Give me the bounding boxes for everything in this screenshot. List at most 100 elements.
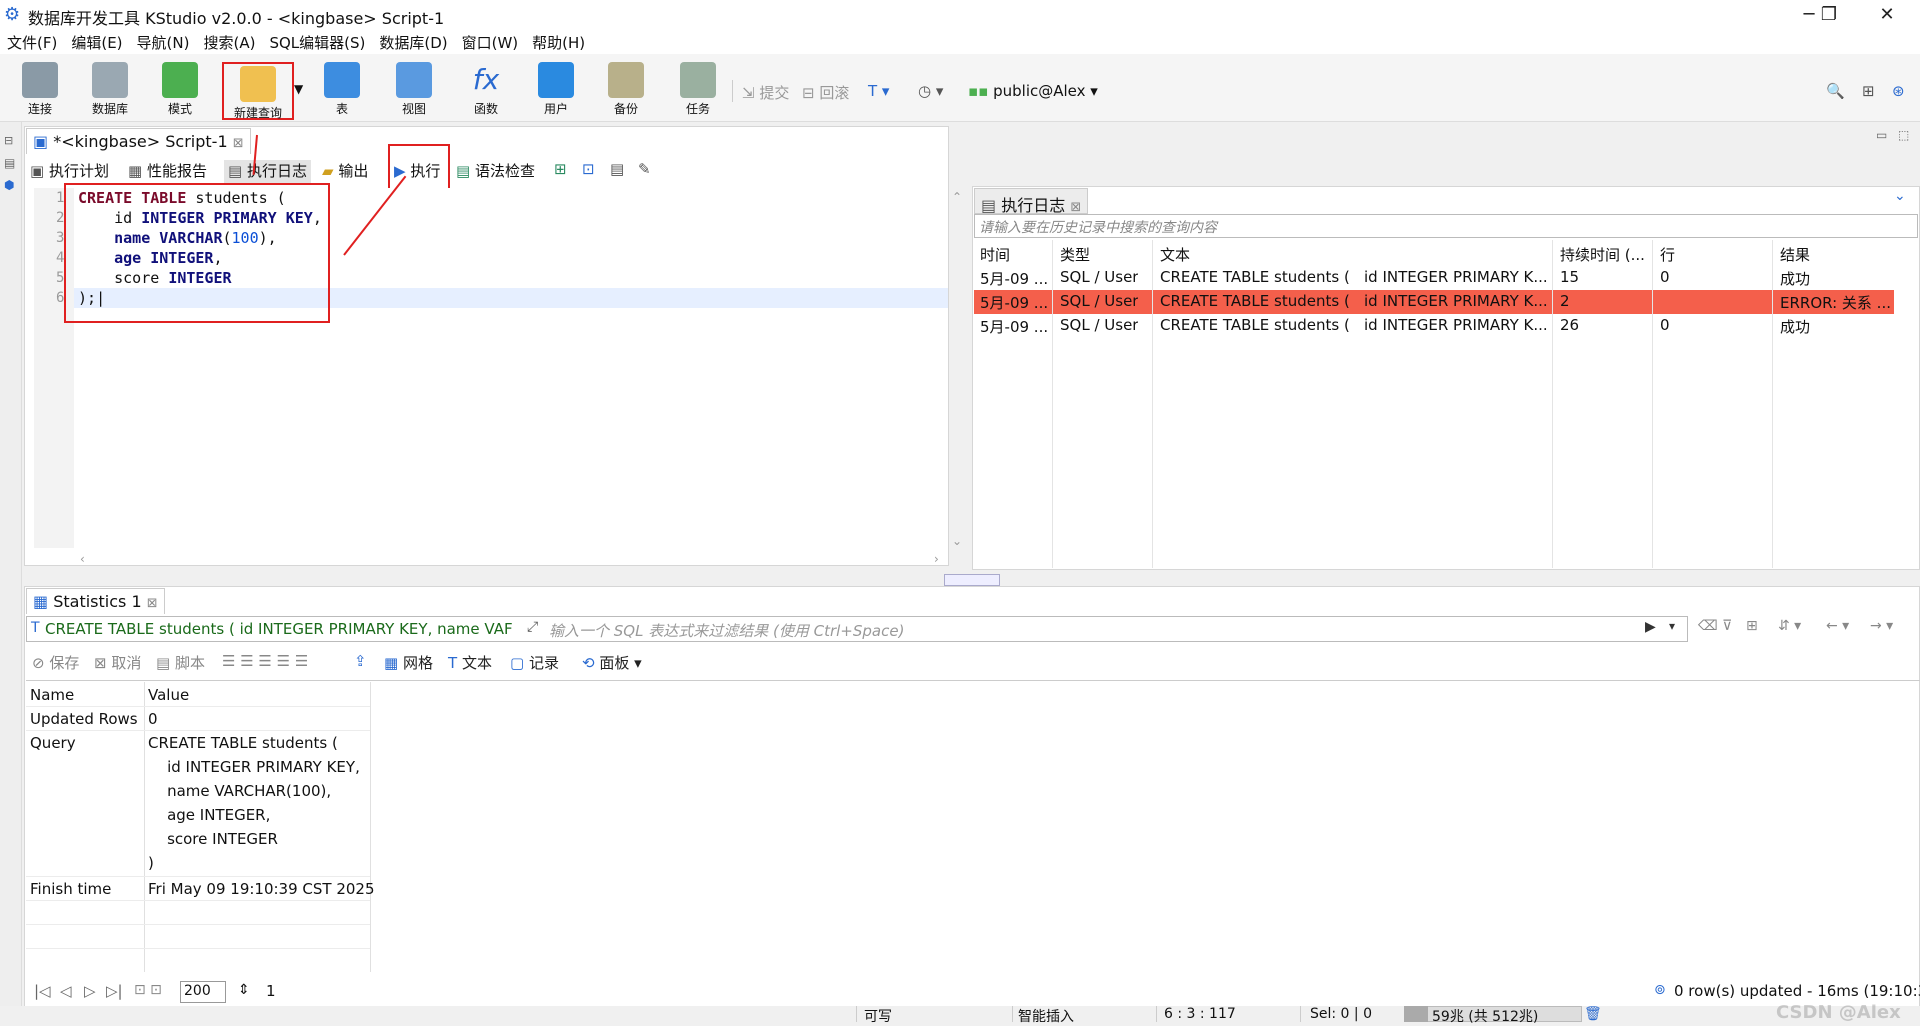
save-button[interactable]: ⊘ 保存 xyxy=(32,652,79,673)
tab-exec-log-history[interactable]: ▤ 执行日志 ⊠ xyxy=(974,188,1089,215)
scroll-left-icon[interactable]: ‹ xyxy=(80,552,85,566)
view-button[interactable]: 视图 xyxy=(384,60,444,118)
history-icon[interactable]: ◷ ▾ xyxy=(918,82,943,100)
erase-icon[interactable]: ⌫ xyxy=(1698,618,1718,634)
filter-history-icon[interactable]: ▾ xyxy=(1669,619,1675,633)
apply-filter-icon[interactable]: ▶ xyxy=(1645,619,1656,635)
perspective-icon[interactable]: ⊞ xyxy=(1862,82,1875,100)
expand-icon[interactable]: ⤢ xyxy=(527,619,538,635)
back-icon[interactable]: ← ▾ xyxy=(1826,618,1849,634)
close-history-tab-icon[interactable]: ⊠ xyxy=(1070,200,1081,215)
history-cell-duration[interactable]: 26 xyxy=(1560,316,1579,334)
grid-header-name[interactable]: Name xyxy=(30,686,74,704)
filter-settings-icon[interactable]: ⊞ xyxy=(1746,618,1758,634)
filter-input[interactable]: 输入一个 SQL 表达式来过滤结果 (使用 Ctrl+Space) xyxy=(549,620,904,641)
restore-icon[interactable]: ⊟ xyxy=(4,134,13,147)
subtab-performance[interactable]: ▦ 性能报告 xyxy=(128,160,207,184)
prev-page-icon[interactable]: ◁ xyxy=(60,982,72,1000)
history-cell-rows[interactable]: 0 xyxy=(1660,316,1670,334)
syntax-check-button[interactable]: ▤ 语法检查 xyxy=(456,160,535,184)
task-button[interactable]: 任务 xyxy=(668,60,728,118)
close-tab-icon[interactable]: ⊠ xyxy=(233,136,244,151)
history-cell-result[interactable]: 成功 xyxy=(1780,268,1810,289)
grid-cell-value[interactable]: id INTEGER PRIMARY KEY, xyxy=(148,758,360,776)
last-page-icon[interactable]: ▷| xyxy=(106,982,123,1000)
kstudio-perspective-icon[interactable]: ⊛ xyxy=(1892,82,1905,100)
history-cell-result[interactable]: ERROR: 关系 ... xyxy=(1780,292,1890,313)
history-col-duration[interactable]: 持续时间 (... xyxy=(1560,244,1645,265)
history-cell-type[interactable]: SQL / User xyxy=(1060,292,1138,310)
new-query-dropdown-icon[interactable]: ▼ xyxy=(294,82,303,96)
panel-button[interactable]: ⟲ 面板 ▾ xyxy=(582,652,642,673)
grid-cell-value[interactable]: ) xyxy=(148,854,154,872)
connect-button[interactable]: 连接 xyxy=(10,60,70,118)
minimize-editor-icon[interactable]: ▭ xyxy=(1876,128,1887,142)
cancel-button[interactable]: ⊠ 取消 xyxy=(94,652,141,673)
edit-icon[interactable]: ✎ xyxy=(638,160,651,184)
history-cell-text[interactable]: CREATE TABLE students ( xyxy=(1160,292,1350,310)
menu-navigate[interactable]: 导航(N) xyxy=(130,30,197,54)
collapse-icon[interactable]: ⌄ xyxy=(1894,188,1906,204)
gc-icon[interactable]: 🗑 xyxy=(1584,1006,1602,1022)
history-cell-duration[interactable]: 15 xyxy=(1560,268,1579,286)
scroll-down-icon[interactable]: ⌄ xyxy=(952,534,962,548)
navigator-icon[interactable]: ▤ xyxy=(4,156,15,170)
subtab-exec-log[interactable]: ▤ 执行日志 xyxy=(224,160,311,184)
history-col-text[interactable]: 文本 xyxy=(1160,244,1190,265)
filter-icon[interactable]: ⊽ xyxy=(1722,618,1732,634)
history-cell-time[interactable]: 5月-09 ... xyxy=(980,268,1048,289)
scroll-right-icon[interactable]: › xyxy=(934,552,939,566)
close-button[interactable]: ✕ xyxy=(1864,2,1910,28)
forward-icon[interactable]: → ▾ xyxy=(1870,618,1893,634)
next-page-icon[interactable]: ▷ xyxy=(84,982,96,1000)
history-search-input[interactable]: 请输入要在历史记录中搜索的查询内容 xyxy=(974,214,1918,238)
menu-sql-editor[interactable]: SQL编辑器(S) xyxy=(262,30,372,54)
history-cell-text[interactable]: id INTEGER PRIMARY K... xyxy=(1364,268,1548,286)
new-query-button[interactable]: 新建查询 xyxy=(222,62,294,120)
history-col-result[interactable]: 结果 xyxy=(1780,244,1810,265)
grid-button[interactable]: ▦ 网格 xyxy=(384,652,433,673)
history-cell-text[interactable]: CREATE TABLE students ( xyxy=(1160,268,1350,286)
history-cell-duration[interactable]: 2 xyxy=(1560,292,1570,310)
history-cell-result[interactable]: 成功 xyxy=(1780,316,1810,337)
history-cell-type[interactable]: SQL / User xyxy=(1060,316,1138,334)
history-cell-time[interactable]: 5月-09 ... xyxy=(980,316,1048,337)
layout-icon[interactable]: ▤ xyxy=(610,160,624,184)
sash-handle[interactable] xyxy=(944,574,1000,586)
table-button[interactable]: 表 xyxy=(312,60,372,118)
maximize-editor-icon[interactable]: ⬚ xyxy=(1898,128,1909,142)
history-cell-rows[interactable]: 0 xyxy=(1660,268,1670,286)
sql-text-display[interactable]: CREATE TABLE students ( id INTEGER PRIMA… xyxy=(45,620,525,638)
schema-button[interactable]: 模式 xyxy=(150,60,210,118)
grid-cell-value[interactable]: 0 xyxy=(148,710,158,728)
function-button[interactable]: fx 函数 xyxy=(456,60,516,118)
maximize-button[interactable]: ❐ xyxy=(1806,2,1852,28)
history-cell-text[interactable]: id INTEGER PRIMARY K... xyxy=(1364,292,1548,310)
search-icon[interactable]: 🔍 xyxy=(1826,82,1845,100)
tab-script-1[interactable]: ▣ *<kingbase> Script-1 ⊠ xyxy=(26,128,251,154)
export-results-icon[interactable]: ⇪ xyxy=(354,652,367,670)
grid-header-value[interactable]: Value xyxy=(148,686,189,704)
history-cell-time[interactable]: 5月-09 ... xyxy=(980,292,1048,313)
backup-button[interactable]: 备份 xyxy=(596,60,656,118)
history-cell-type[interactable]: SQL / User xyxy=(1060,268,1138,286)
export-icon[interactable]: ⊞ xyxy=(554,160,567,184)
text-button[interactable]: T 文本 xyxy=(448,652,492,673)
grid-cell-name[interactable]: Query xyxy=(30,734,76,752)
fetch-icon[interactable]: ⊡ ⊡ xyxy=(134,982,162,998)
subtab-plan[interactable]: ▣ 执行计划 xyxy=(30,160,109,184)
first-page-icon[interactable]: |◁ xyxy=(34,982,51,1000)
grid-cell-value[interactable]: CREATE TABLE students ( xyxy=(148,734,338,752)
menu-file[interactable]: 文件(F) xyxy=(0,30,64,54)
grid-cell-value[interactable]: name VARCHAR(100), xyxy=(148,782,331,800)
grid-cell-name[interactable]: Updated Rows xyxy=(30,710,138,728)
format-icon[interactable]: ⊡ xyxy=(582,160,595,184)
grid-cell-value[interactable]: Fri May 09 19:10:39 CST 2025 xyxy=(148,880,375,898)
db-navigator-icon[interactable]: ⬢ xyxy=(4,178,14,192)
record-button[interactable]: ▢ 记录 xyxy=(510,652,559,673)
script-button[interactable]: ▤ 脚本 xyxy=(156,652,205,673)
menu-search[interactable]: 搜索(A) xyxy=(196,30,262,54)
menu-edit[interactable]: 编辑(E) xyxy=(64,30,129,54)
row-edit-icons[interactable]: ☰ ☰ ☰ ☰ ☰ xyxy=(222,652,308,670)
tab-statistics-1[interactable]: ▦ Statistics 1 ⊠ xyxy=(26,588,165,614)
